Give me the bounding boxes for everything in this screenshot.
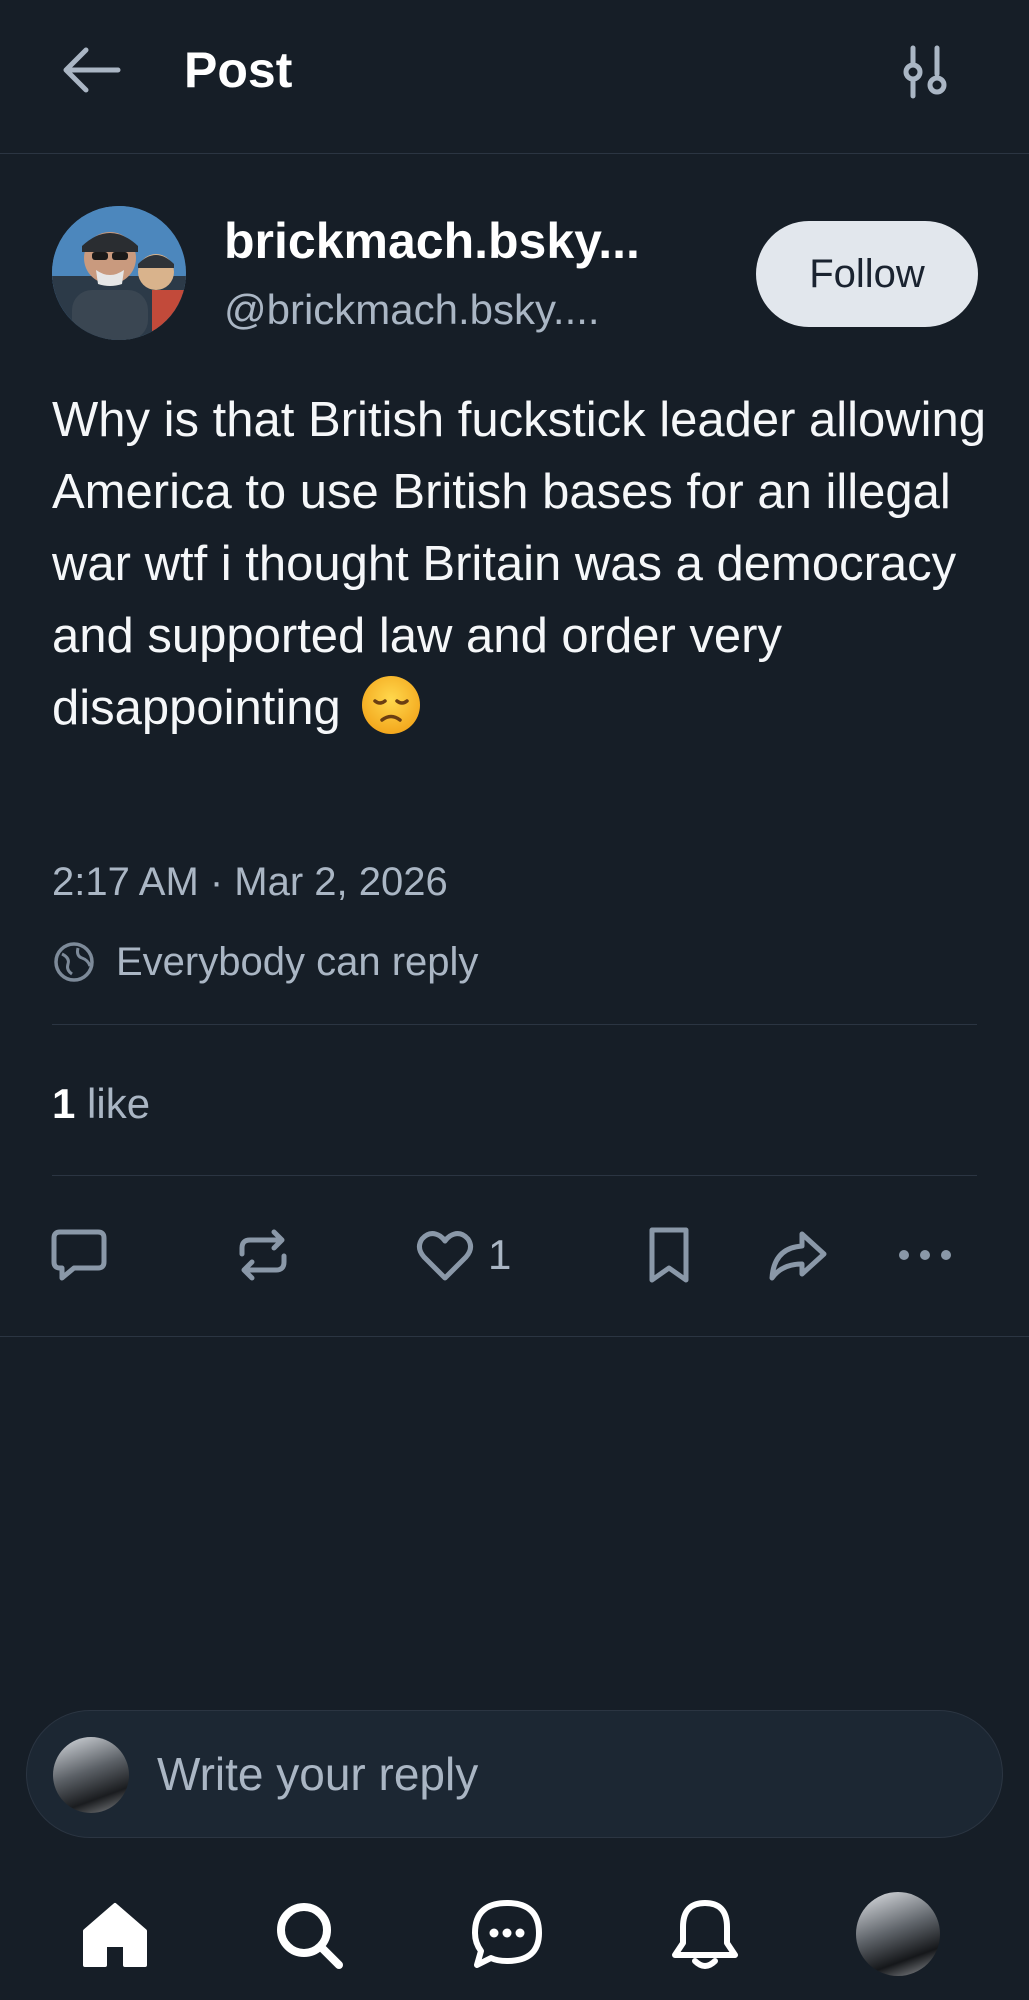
reply-setting-label: Everybody can reply <box>116 939 479 984</box>
page-title: Post <box>184 42 293 98</box>
author-handle[interactable]: @brickmach.bsky.... <box>224 282 714 338</box>
bell-icon <box>672 1900 738 1969</box>
post-body: Why is that British fuckstick leader all… <box>52 384 992 744</box>
home-icon <box>83 1903 147 1967</box>
nav-chat[interactable] <box>462 1890 552 1980</box>
top-app-bar: Post <box>0 0 1029 154</box>
nav-notifications[interactable] <box>660 1890 750 1980</box>
likes-count: 1 <box>52 1080 76 1127</box>
follow-button[interactable]: Follow <box>756 221 978 327</box>
search-icon <box>277 1903 343 1969</box>
disappointed-face-emoji <box>360 674 422 736</box>
arrow-left-icon <box>63 47 121 93</box>
like-button[interactable]: 1 <box>414 1210 511 1300</box>
thread-settings-button[interactable] <box>898 44 952 100</box>
globe-icon <box>54 942 94 982</box>
likes-label: like <box>87 1080 151 1127</box>
post-thread-screen: Post brickmach.bsky... @brickmach.bsky..… <box>0 0 1029 2000</box>
more-options-button[interactable] <box>894 1210 956 1300</box>
nav-home[interactable] <box>70 1890 160 1980</box>
reply-button[interactable] <box>48 1210 110 1300</box>
likes-summary[interactable]: 1 like <box>52 1074 150 1134</box>
author-avatar[interactable] <box>52 206 186 340</box>
repost-icon <box>239 1229 287 1281</box>
author-display-name[interactable]: brickmach.bsky... <box>224 210 714 272</box>
bottom-navigation <box>0 1880 1029 1990</box>
chat-icon <box>472 1900 542 1968</box>
current-user-avatar <box>53 1737 129 1813</box>
divider <box>52 1175 977 1176</box>
like-count: 1 <box>488 1231 512 1278</box>
share-icon <box>769 1231 827 1281</box>
nav-profile-avatar[interactable] <box>856 1892 940 1976</box>
divider <box>0 1336 1029 1337</box>
divider <box>52 1024 977 1025</box>
nav-search[interactable] <box>264 1890 354 1980</box>
sliders-icon <box>903 45 947 99</box>
more-icon <box>899 1250 951 1260</box>
comment-icon <box>51 1229 107 1281</box>
share-button[interactable] <box>762 1210 832 1300</box>
bookmark-icon <box>649 1227 689 1283</box>
repost-button[interactable] <box>232 1210 294 1300</box>
post-timestamp[interactable]: 2:17 AM · Mar 2, 2026 <box>52 854 448 910</box>
post-actions-bar: 1 <box>0 1210 1029 1300</box>
reply-setting: Everybody can reply <box>52 934 478 990</box>
reply-placeholder: Write your reply <box>157 1748 479 1800</box>
post-text: Why is that British fuckstick leader all… <box>52 393 987 735</box>
bookmark-button[interactable] <box>638 1210 700 1300</box>
reply-composer[interactable]: Write your reply <box>26 1710 1003 1838</box>
back-button[interactable] <box>60 40 130 100</box>
heart-icon <box>416 1231 474 1281</box>
